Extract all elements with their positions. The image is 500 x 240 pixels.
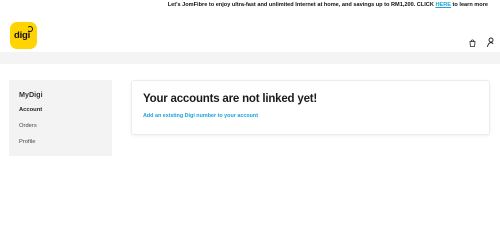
account-sidebar: MyDigi Account Orders Profile	[9, 80, 112, 156]
site-header: digi	[0, 12, 500, 52]
cart-icon[interactable]	[469, 39, 476, 47]
header-divider	[0, 52, 500, 64]
page-title: Your accounts are not linked yet!	[143, 93, 318, 105]
add-number-link[interactable]: Add an existing Digi number to your acco…	[143, 113, 258, 119]
accounts-card: Your accounts are not linked yet! Add an…	[131, 80, 490, 135]
sidebar-title: MyDigi	[19, 90, 43, 99]
promo-banner: Let's JomFibre to enjoy ultra-fast and u…	[0, 0, 500, 12]
sidebar-item-orders[interactable]: Orders	[19, 123, 37, 129]
sidebar-item-account[interactable]: Account	[19, 107, 42, 113]
logo-swirl-icon	[27, 26, 33, 32]
user-icon[interactable]	[486, 37, 495, 48]
digi-logo[interactable]: digi	[10, 22, 37, 49]
promo-text: Let's JomFibre to enjoy ultra-fast and u…	[167, 2, 436, 8]
sidebar-item-profile[interactable]: Profile	[19, 139, 35, 145]
promo-text-tail: to learn more	[451, 2, 488, 8]
promo-link[interactable]: HERE	[435, 2, 451, 8]
